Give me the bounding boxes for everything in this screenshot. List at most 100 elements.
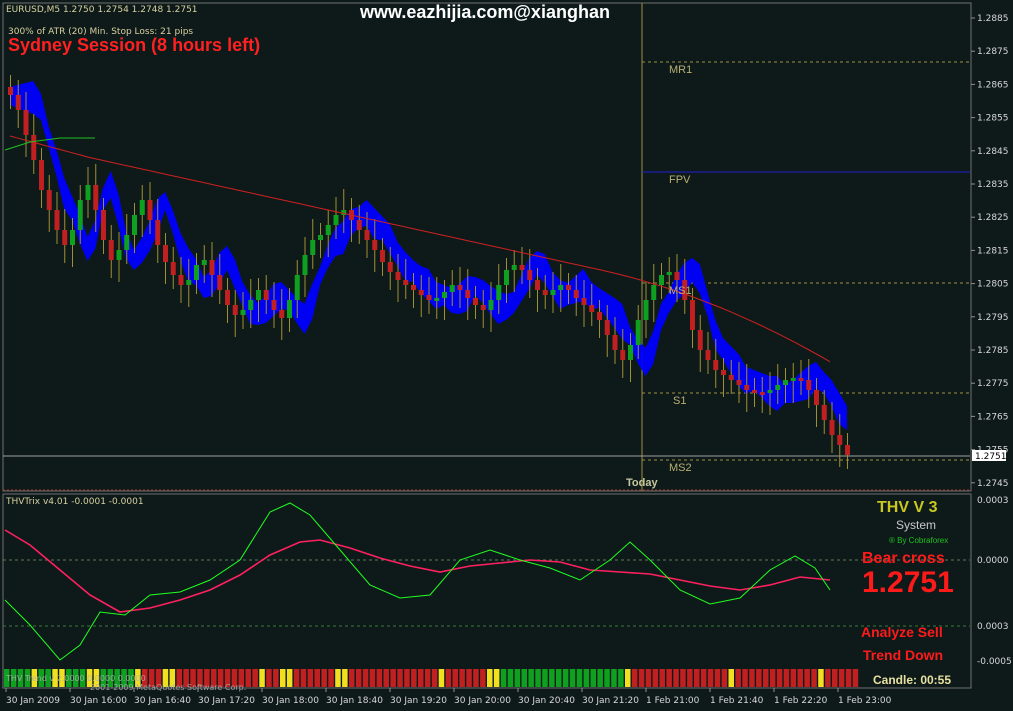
bull-candle [666, 272, 672, 275]
price-tick-label: 1.2885 [977, 14, 1009, 24]
trend-bar-cell [790, 669, 797, 687]
bear-candle [170, 262, 176, 275]
trend-bar-cell [611, 669, 617, 687]
trend-bar-cell [618, 669, 624, 687]
indicator-tick-label: 0.0000 [977, 556, 1009, 566]
bear-candle [480, 305, 486, 310]
time-tick-label: 1 Feb 21:00 [646, 696, 700, 706]
bull-candle [558, 285, 564, 290]
indicator-tick-label: 0.0003 [977, 496, 1009, 506]
trend-bar-cell [273, 669, 279, 687]
price-tick-label: 1.2835 [977, 180, 1009, 190]
trend-bar-cell [673, 669, 679, 687]
bull-candle [132, 215, 137, 235]
bear-candle [411, 285, 416, 290]
trend-bar-cell [604, 669, 610, 687]
analyze-sell-label: Analyze Sell [861, 624, 943, 640]
trend-bar-cell [473, 669, 479, 687]
trend-bar-cell [763, 669, 769, 687]
bull-candle [186, 280, 192, 285]
bull-candle [201, 260, 207, 265]
trend-bar-cell [556, 669, 562, 687]
trend-bar-cell [259, 669, 265, 687]
trend-bar-cell [832, 669, 838, 687]
today-label: Today [626, 477, 658, 489]
trend-bar-cell [852, 669, 859, 687]
trend-bar-cell [659, 669, 665, 687]
bear-candle [620, 350, 626, 360]
price-tick-label: 1.2775 [977, 379, 1009, 389]
trend-bar-cell [735, 669, 741, 687]
trend-bar-cell [321, 669, 327, 687]
trend-bar-cell [797, 669, 803, 687]
bull-candle [643, 300, 649, 320]
trend-bar-cell [404, 669, 410, 687]
bear-candle [403, 280, 409, 285]
bear-candle [147, 200, 153, 220]
bear-candle [674, 272, 680, 280]
current-price-label: 1.2751 [975, 452, 1007, 462]
bear-candle [364, 230, 370, 240]
trend-bar-cell [328, 669, 334, 687]
bull-candle [511, 265, 517, 270]
trend-bar-cell [645, 669, 652, 687]
trend-bar-cell [369, 669, 376, 687]
bull-candle [496, 285, 502, 300]
bull-candle [783, 380, 788, 385]
bear-candle [845, 445, 850, 455]
bear-candle [736, 380, 742, 385]
trend-bar-cell [542, 669, 548, 687]
trend-bar-cell [549, 669, 555, 687]
fpv-label: FPV [669, 174, 691, 186]
bull-candle [775, 385, 781, 390]
trend-bar-cell [769, 669, 776, 687]
bear-candle [209, 260, 215, 275]
bear-candle [527, 270, 533, 280]
trend-bar-cell [293, 669, 300, 687]
price-tick-label: 1.2855 [977, 114, 1009, 124]
bear-candle [744, 385, 750, 390]
bear-candle [728, 375, 734, 380]
trend-bar-cell [349, 669, 355, 687]
trend-bar-cell [535, 669, 541, 687]
time-tick-label: 30 Jan 20:00 [454, 696, 511, 706]
thv-system-label: System [896, 518, 937, 532]
cloud-band [10, 81, 847, 430]
trend-bar-cell [452, 669, 458, 687]
trend-bar-cell [362, 669, 369, 687]
bear-candle [93, 185, 99, 210]
trend-bar-cell [638, 669, 645, 687]
bear-candle [519, 265, 525, 270]
bull-candle [139, 200, 145, 215]
bear-candle [279, 310, 285, 318]
bear-cross-price: 1.2751 [862, 566, 954, 599]
candle-timer: Candle: 00:55 [873, 673, 952, 687]
bull-candle [790, 378, 796, 381]
chart-canvas[interactable]: 1.2885 1.2875 1.2865 1.2855 1.2845 1.2835 1.28… [0, 0, 1013, 711]
trend-bar-cell [825, 669, 831, 687]
bear-candle [821, 405, 827, 420]
bull-candle [635, 320, 641, 345]
trend-bar-cell [480, 669, 486, 687]
indicator-label: THVTrix v4.01 -0.0001 -0.0001 [6, 497, 144, 507]
bear-candle [372, 240, 378, 250]
bull-candle [310, 240, 316, 255]
bear-candle [581, 298, 587, 305]
bull-candle [116, 250, 122, 260]
bull-candle [240, 310, 246, 315]
bull-candle [659, 275, 664, 285]
bear-candle [418, 290, 424, 295]
bear-candle [597, 312, 602, 320]
trend-bar-cell [776, 669, 783, 687]
trend-bar-cell [383, 669, 389, 687]
trend-bar-cell [280, 669, 286, 687]
bull-candle [287, 300, 292, 318]
trend-bar-cell [438, 669, 445, 687]
bull-candle [77, 200, 83, 230]
trend-bar-cell [514, 669, 521, 687]
trix-fast-line [4, 502, 831, 661]
bear-candle [155, 220, 161, 245]
trend-bar-cell [597, 669, 603, 687]
ms2-label: MS2 [669, 462, 692, 474]
bear-candle [814, 390, 819, 405]
